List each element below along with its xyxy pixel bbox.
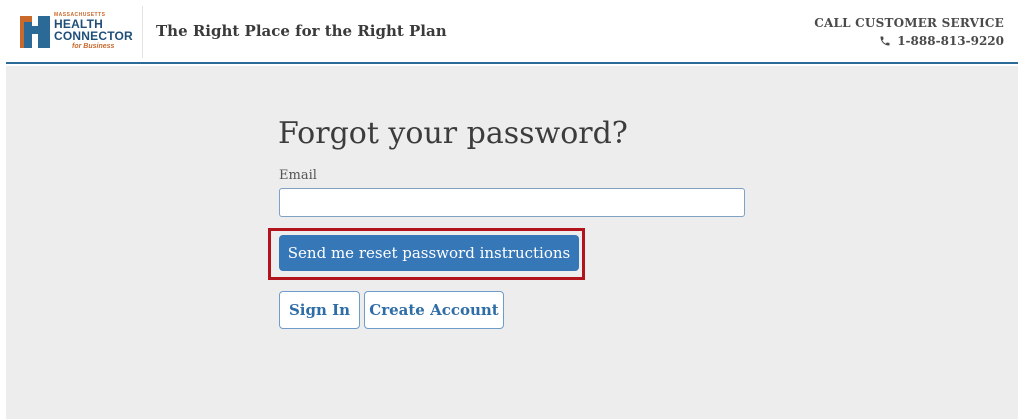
create-account-button[interactable]: Create Account <box>364 291 504 329</box>
customer-service-phone: 1-888-813-9220 <box>897 34 1004 48</box>
email-field[interactable] <box>279 188 745 217</box>
logo-business-text: for Business <box>72 43 115 50</box>
site-header: MASSACHUSETTS HEALTH CONNECTOR for Busin… <box>6 0 1018 64</box>
customer-service: CALL CUSTOMER SERVICE 1-888-813-9220 <box>814 16 1004 48</box>
customer-service-phone-row[interactable]: 1-888-813-9220 <box>814 34 1004 48</box>
page-title: Forgot your password? <box>278 116 628 151</box>
send-reset-instructions-button[interactable]: Send me reset password instructions <box>279 235 579 271</box>
logo-connector-text: CONNECTOR <box>54 29 133 43</box>
health-connector-logo[interactable]: MASSACHUSETTS HEALTH CONNECTOR for Busin… <box>18 12 138 54</box>
site-tagline: The Right Place for the Right Plan <box>156 22 447 40</box>
logo-mark-icon <box>18 12 52 50</box>
customer-service-title: CALL CUSTOMER SERVICE <box>814 16 1004 30</box>
sign-in-button[interactable]: Sign In <box>279 291 360 329</box>
header-divider <box>142 6 143 58</box>
phone-icon <box>880 36 890 46</box>
logo-wordmark: MASSACHUSETTS HEALTH CONNECTOR for Busin… <box>54 12 144 51</box>
email-label: Email <box>279 168 317 183</box>
